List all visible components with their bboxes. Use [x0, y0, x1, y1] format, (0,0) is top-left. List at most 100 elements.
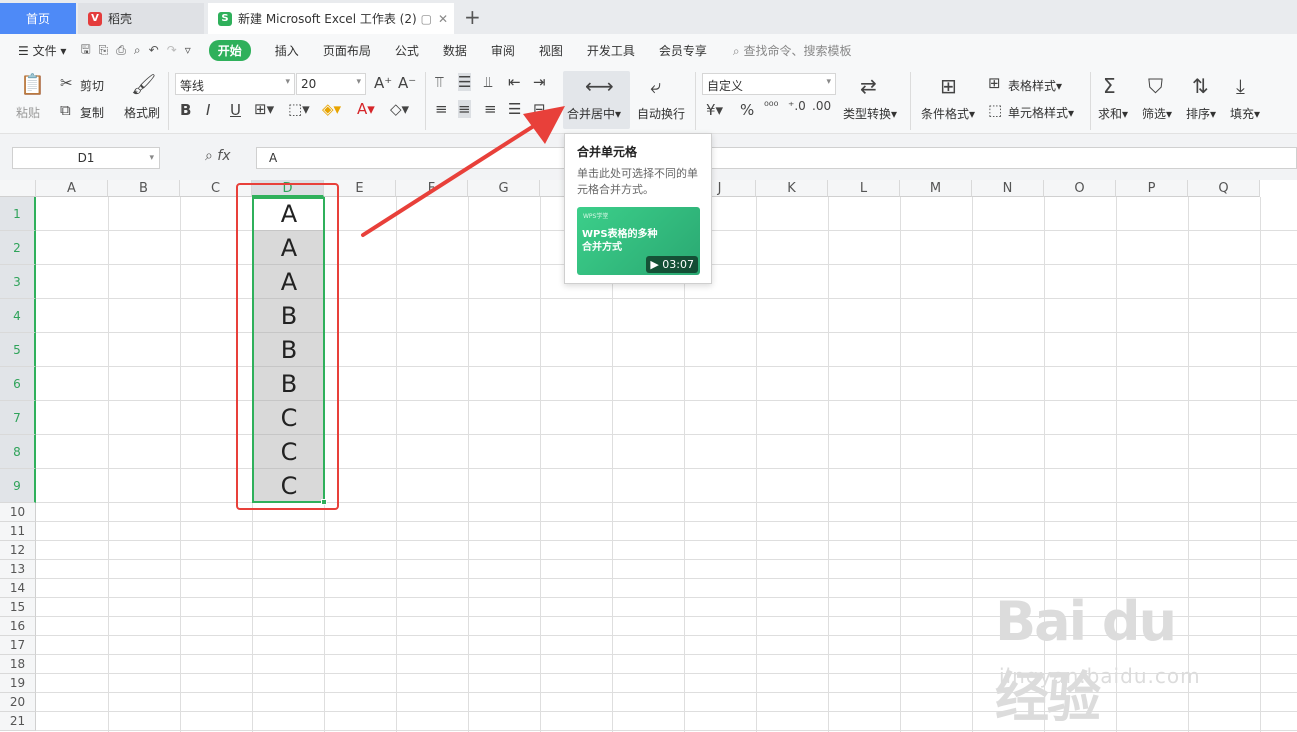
column-header-a[interactable]: A — [36, 180, 108, 197]
menu-data[interactable]: 数据 — [443, 42, 467, 59]
row-header-18[interactable]: 18 — [0, 655, 36, 674]
row-header-20[interactable]: 20 — [0, 693, 36, 712]
row-header-6[interactable]: 6 — [0, 367, 36, 401]
search-command[interactable]: ⌕ 查找命令、搜索模板 — [733, 42, 852, 59]
menu-view[interactable]: 视图 — [539, 42, 563, 59]
menu-review[interactable]: 审阅 — [491, 42, 515, 59]
number-format-select[interactable]: 自定义 ▾ — [702, 73, 836, 95]
indent-increase-icon[interactable]: ⇥ — [533, 73, 546, 91]
row-header-11[interactable]: 11 — [0, 522, 36, 541]
tab-daoke-label: 稻壳 — [108, 12, 133, 26]
column-header-b[interactable]: B — [108, 180, 180, 197]
new-tab-button[interactable]: + — [464, 5, 481, 29]
copy-button[interactable]: 复制 — [80, 104, 104, 121]
row-header-5[interactable]: 5 — [0, 333, 36, 367]
font-size-value: 20 — [301, 77, 317, 91]
underline-button[interactable]: U — [230, 101, 241, 119]
menu-dev[interactable]: 开发工具 — [587, 42, 635, 59]
align-bottom-icon[interactable]: ⫫ — [484, 73, 492, 91]
row-header-15[interactable]: 15 — [0, 598, 36, 617]
fill-button[interactable]: 填充▾ — [1230, 105, 1260, 122]
export-icon[interactable]: ⎘ — [99, 43, 109, 58]
wrap-text-icon: ⤶ — [650, 74, 662, 98]
filter-button[interactable]: 筛选▾ — [1142, 105, 1172, 122]
undo-icon[interactable]: ↶ — [149, 43, 159, 57]
cell-style-button[interactable]: 单元格样式▾ — [1008, 104, 1074, 121]
redo-icon[interactable]: ↷ — [167, 43, 177, 57]
type-convert-button[interactable]: 类型转换▾ — [843, 105, 897, 122]
bold-button[interactable]: B — [180, 101, 191, 119]
column-header-m[interactable]: M — [900, 180, 972, 197]
indent-decrease-icon[interactable]: ⇤ — [508, 73, 521, 91]
row-header-13[interactable]: 13 — [0, 560, 36, 579]
border-icon[interactable]: ⊞▾ — [254, 100, 274, 118]
font-size-select[interactable]: 20 ▾ — [296, 73, 366, 95]
row-header-4[interactable]: 4 — [0, 299, 36, 333]
menu-member[interactable]: 会员专享 — [659, 42, 707, 59]
font-name-select[interactable]: 等线 ▾ — [175, 73, 295, 95]
tab-daoke[interactable]: V 稻壳 — [78, 3, 204, 34]
print-icon[interactable]: ⎙ — [116, 43, 126, 58]
row-header-14[interactable]: 14 — [0, 579, 36, 598]
name-box[interactable]: D1 ▾ — [12, 147, 160, 169]
font-shrink-icon[interactable]: A⁻ — [398, 74, 416, 92]
align-middle-icon[interactable]: ☰ — [458, 73, 472, 91]
row-header-2[interactable]: 2 — [0, 231, 36, 265]
column-header-n[interactable]: N — [972, 180, 1044, 197]
fill-color-icon[interactable]: ◈▾ — [322, 100, 341, 118]
row-header-21[interactable]: 21 — [0, 712, 36, 731]
menu-layout[interactable]: 页面布局 — [323, 42, 371, 59]
format-painter-button[interactable]: 格式刷 — [124, 104, 160, 121]
table-style-button[interactable]: 表格样式▾ — [1008, 77, 1062, 94]
close-icon[interactable]: ✕ — [438, 12, 448, 26]
decimal-increase-icon[interactable]: ⁺.0 — [788, 99, 806, 113]
save-icon[interactable]: 🖫 — [80, 40, 90, 61]
sum-button[interactable]: 求和▾ — [1098, 105, 1128, 122]
hamburger-icon: ☰ — [18, 43, 33, 58]
menu-insert[interactable]: 插入 — [275, 42, 299, 59]
decimal-decrease-icon[interactable]: .00 — [812, 99, 831, 113]
zoom-icon[interactable]: ⌕ — [205, 148, 217, 164]
column-header-k[interactable]: K — [756, 180, 828, 197]
menu-file[interactable]: ☰ 文件 ▾ — [18, 42, 66, 59]
paste-icon[interactable]: 📋 — [20, 72, 45, 96]
wrap-text-button[interactable]: 自动换行 — [637, 105, 685, 122]
tab-home[interactable]: 首页 — [0, 3, 76, 34]
column-header-p[interactable]: P — [1116, 180, 1188, 197]
sort-button[interactable]: 排序▾ — [1186, 105, 1216, 122]
row-header-10[interactable]: 10 — [0, 503, 36, 522]
special-effect-icon[interactable]: ⬚▾ — [288, 100, 310, 118]
select-all-corner[interactable] — [0, 180, 36, 197]
row-header-1[interactable]: 1 — [0, 197, 36, 231]
row-header-12[interactable]: 12 — [0, 541, 36, 560]
column-header-l[interactable]: L — [828, 180, 900, 197]
row-header-3[interactable]: 3 — [0, 265, 36, 299]
gridline — [540, 197, 541, 732]
italic-button[interactable]: I — [206, 101, 210, 119]
menu-start[interactable]: 开始 — [208, 39, 251, 61]
row-header-9[interactable]: 9 — [0, 469, 36, 503]
currency-button[interactable]: ¥▾ — [706, 101, 723, 119]
tab-excel[interactable]: S 新建 Microsoft Excel 工作表 (2) ▢ ✕ — [208, 3, 454, 34]
conditional-format-button[interactable]: 条件格式▾ — [921, 105, 975, 122]
fx-icon[interactable]: fx — [217, 148, 230, 164]
align-top-icon[interactable]: ⫪ — [435, 73, 443, 91]
row-header-8[interactable]: 8 — [0, 435, 36, 469]
row-header-16[interactable]: 16 — [0, 617, 36, 636]
percent-button[interactable]: % — [740, 101, 754, 119]
column-header-o[interactable]: O — [1044, 180, 1116, 197]
more-icon[interactable]: ▿ — [185, 43, 191, 57]
row-header-7[interactable]: 7 — [0, 401, 36, 435]
cut-button[interactable]: 剪切 — [80, 77, 104, 94]
gridline — [36, 332, 1297, 333]
preview-icon[interactable]: ⌕ — [134, 43, 141, 58]
thousands-icon[interactable]: ⁰⁰⁰ — [764, 99, 778, 113]
row-header-19[interactable]: 19 — [0, 674, 36, 693]
column-header-q[interactable]: Q — [1188, 180, 1260, 197]
pin-icon[interactable]: ▢ — [421, 12, 432, 26]
font-grow-icon[interactable]: A⁺ — [374, 74, 392, 92]
menu-formula[interactable]: 公式 — [395, 42, 419, 59]
paste-button[interactable]: 粘贴 — [16, 104, 40, 121]
row-header-17[interactable]: 17 — [0, 636, 36, 655]
tooltip-video[interactable]: WPS学堂 WPS表格的多种合并方式 ▶ 03:07 — [577, 207, 700, 275]
